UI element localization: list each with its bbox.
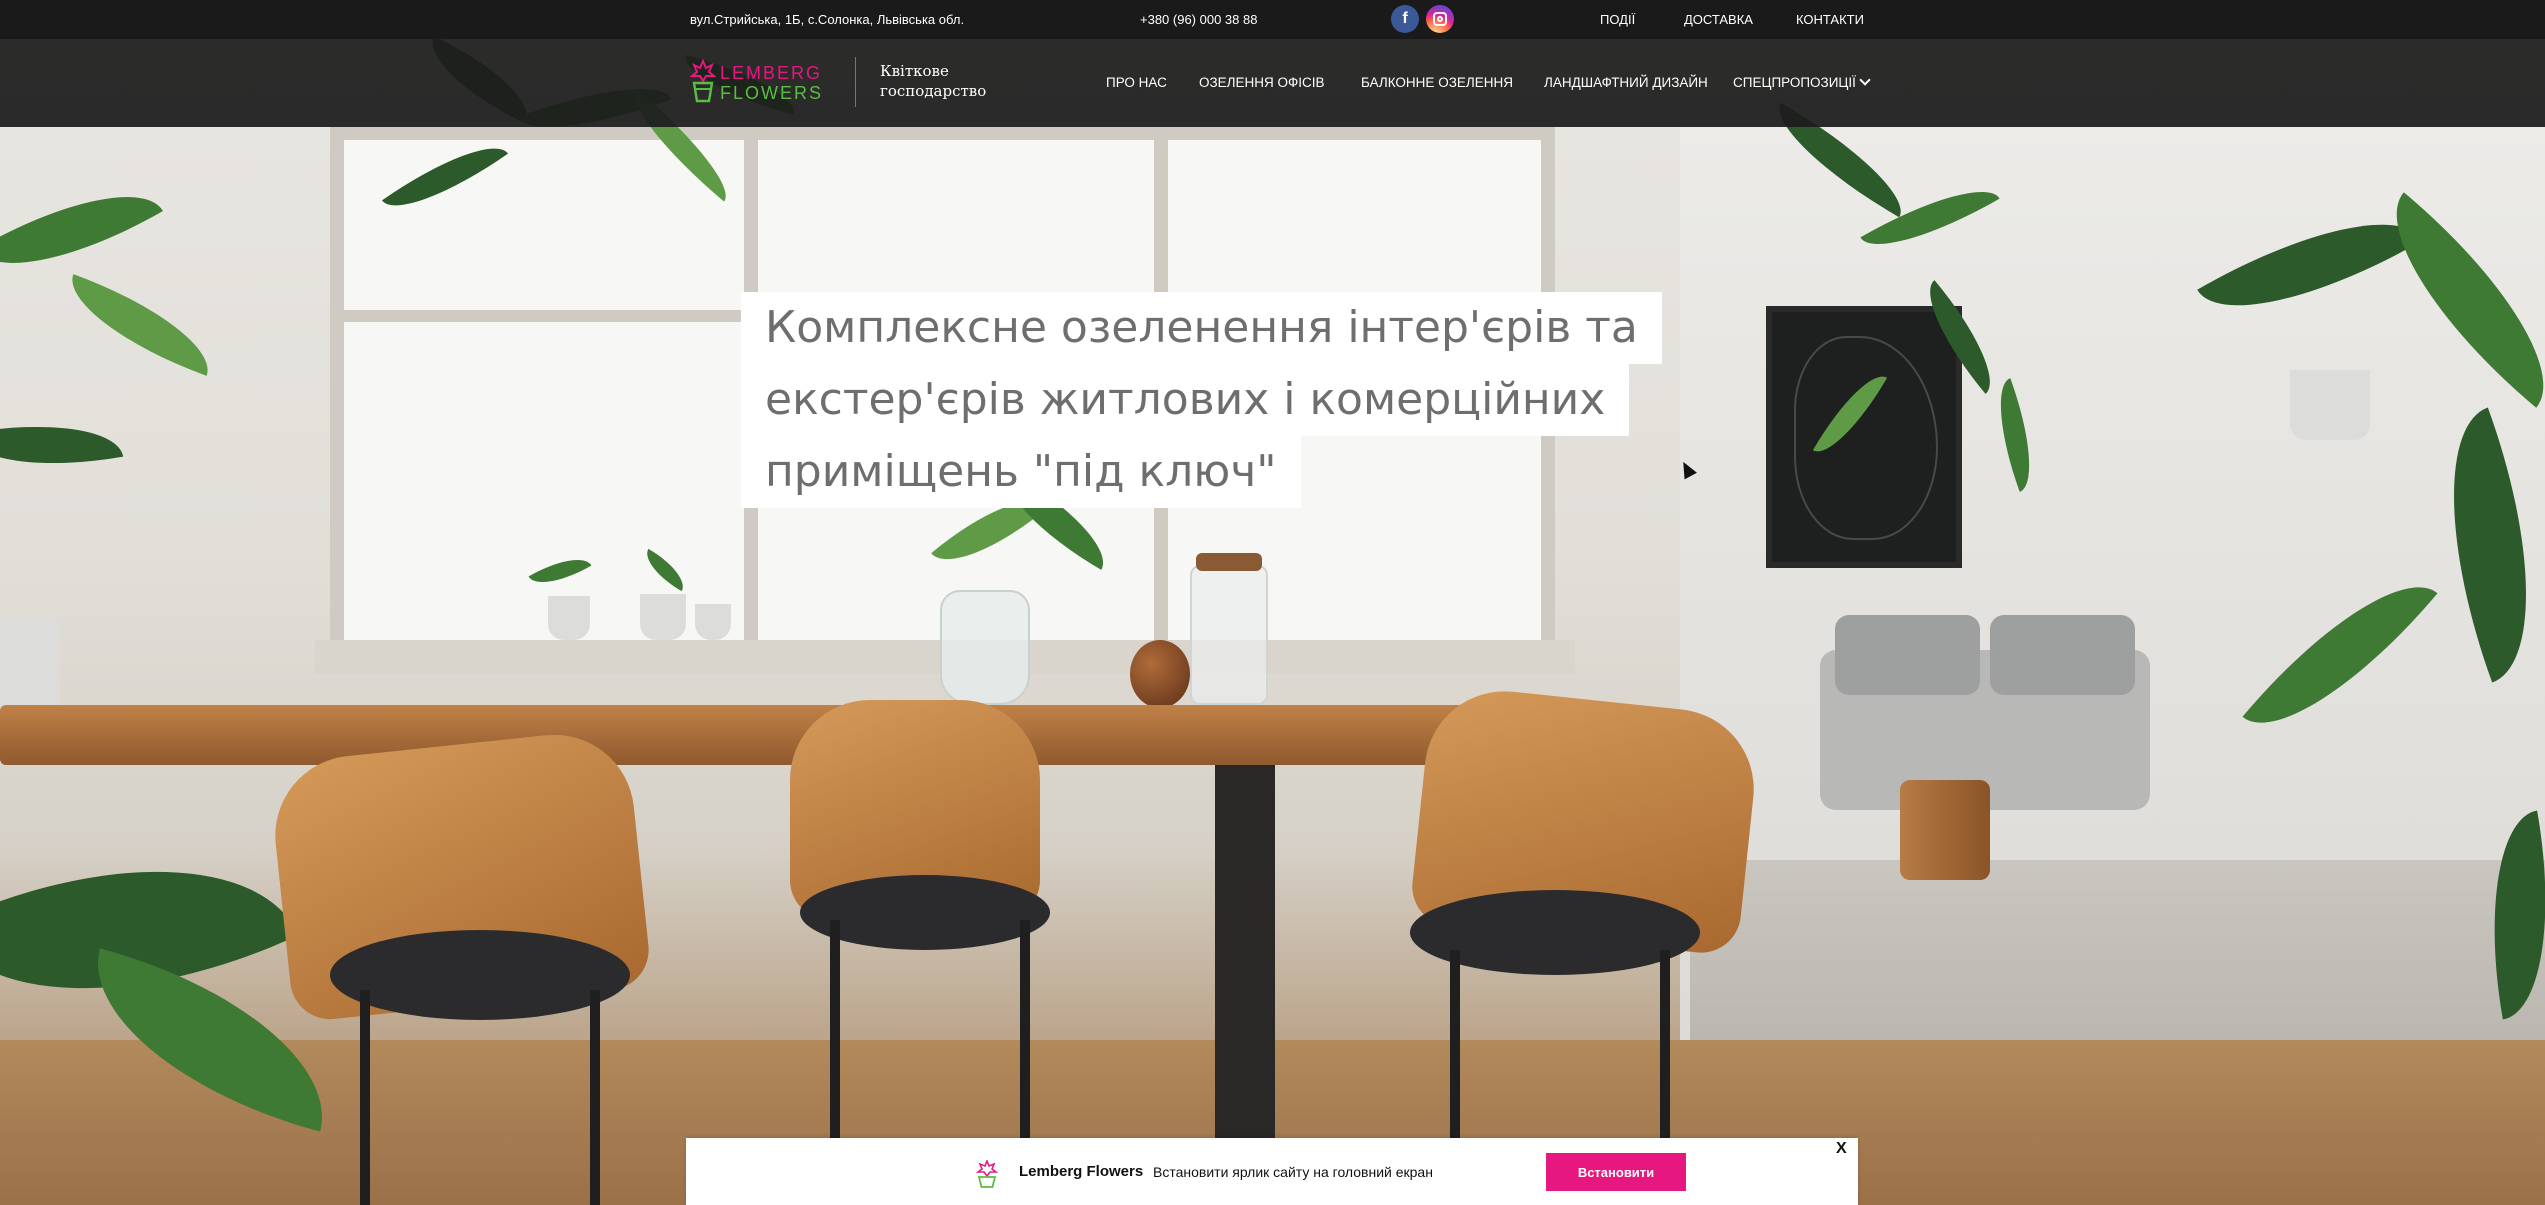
toplink-events[interactable]: ПОДІЇ <box>1600 12 1635 27</box>
chair-leg <box>830 920 840 1140</box>
hero-title-line-3: приміщень "під ключ" <box>741 436 1301 508</box>
chair-leg <box>1450 950 1460 1140</box>
planter <box>548 596 590 640</box>
dining-table <box>0 705 1525 765</box>
watering-can <box>1130 640 1190 708</box>
header-divider <box>855 57 856 107</box>
nav-office-greening[interactable]: ОЗЕЛЕННЯ ОФІСІВ <box>1199 75 1325 90</box>
wooden-stool <box>1900 780 1990 880</box>
nav-landscape-design[interactable]: ЛАНДШАФТНИЙ ДИЗАЙН <box>1544 75 1708 90</box>
close-icon[interactable]: X <box>1836 1140 1847 1158</box>
tagline: Квіткове господарство <box>880 61 1000 101</box>
logo-word-lemberg: LEMBERG <box>720 63 823 83</box>
phone-link[interactable]: +380 (96) 000 38 88 <box>1140 12 1257 27</box>
tagline-line-1: Квіткове <box>880 62 949 80</box>
banner-app-name: Lemberg Flowers <box>1019 1163 1144 1180</box>
site-logo[interactable]: LEMBERG FLOWERS <box>690 59 840 107</box>
planter <box>2290 370 2370 440</box>
nav-about[interactable]: ПРО НАС <box>1106 75 1167 90</box>
toplink-contacts[interactable]: КОНТАКТИ <box>1796 12 1864 27</box>
table-leg <box>1215 765 1275 1145</box>
wall-poster <box>1766 306 1962 568</box>
sofa-cushion <box>1990 615 2135 695</box>
nav-special-offers[interactable]: СПЕЦПРОПОЗИЦІЇ <box>1733 74 1871 90</box>
nav-special-offers-label: СПЕЦПРОПОЗИЦІЇ <box>1733 75 1856 90</box>
toplink-delivery[interactable]: ДОСТАВКА <box>1684 12 1753 27</box>
glass-jar <box>1190 553 1268 705</box>
top-info-bar: вул.Стрийська, 1Б, с.Солонка, Львівська … <box>0 0 2545 39</box>
instagram-glyph <box>1433 12 1447 26</box>
plant-leaf <box>56 274 224 376</box>
banner-message: Встановити ярлик сайту на головний екран <box>1153 1164 1433 1180</box>
chair-seat <box>330 930 630 1020</box>
install-button[interactable]: Встановити <box>1546 1153 1686 1191</box>
chair-leg <box>590 990 600 1205</box>
instagram-icon[interactable] <box>1426 5 1454 33</box>
hero-background-image <box>0 0 2545 1205</box>
chair-leg <box>360 990 370 1205</box>
chair-leg <box>1020 920 1030 1140</box>
tagline-line-2: господарство <box>880 82 987 100</box>
plant-leaf <box>0 407 124 483</box>
planter <box>640 594 686 640</box>
chevron-down-icon <box>1859 74 1871 86</box>
hero-title: Комплексне озеленення інтер'єрів та екст… <box>741 292 1662 508</box>
planter <box>695 604 731 640</box>
flower-pot-logo-icon <box>690 59 716 103</box>
hero-title-line-2: екстер'єрів житлових і комерційних <box>741 364 1630 436</box>
chair-leg <box>1660 950 1670 1140</box>
install-banner: Lemberg Flowers Встановити ярлик сайту н… <box>686 1138 1858 1205</box>
sofa-cushion <box>1835 615 1980 695</box>
address-text: вул.Стрийська, 1Б, с.Солонка, Львівська … <box>690 12 965 27</box>
logo-word-flowers: FLOWERS <box>720 83 824 103</box>
facebook-glyph: f <box>1402 10 1408 27</box>
main-header: LEMBERG FLOWERS Квіткове господарство ПР… <box>0 39 2545 127</box>
hero-title-line-1: Комплексне озеленення інтер'єрів та <box>741 292 1662 364</box>
nav-balcony-greening[interactable]: БАЛКОННЕ ОЗЕЛЕННЯ <box>1361 75 1513 90</box>
app-flower-icon <box>976 1160 998 1188</box>
facebook-icon[interactable]: f <box>1391 5 1419 33</box>
glass-vase <box>940 590 1030 705</box>
